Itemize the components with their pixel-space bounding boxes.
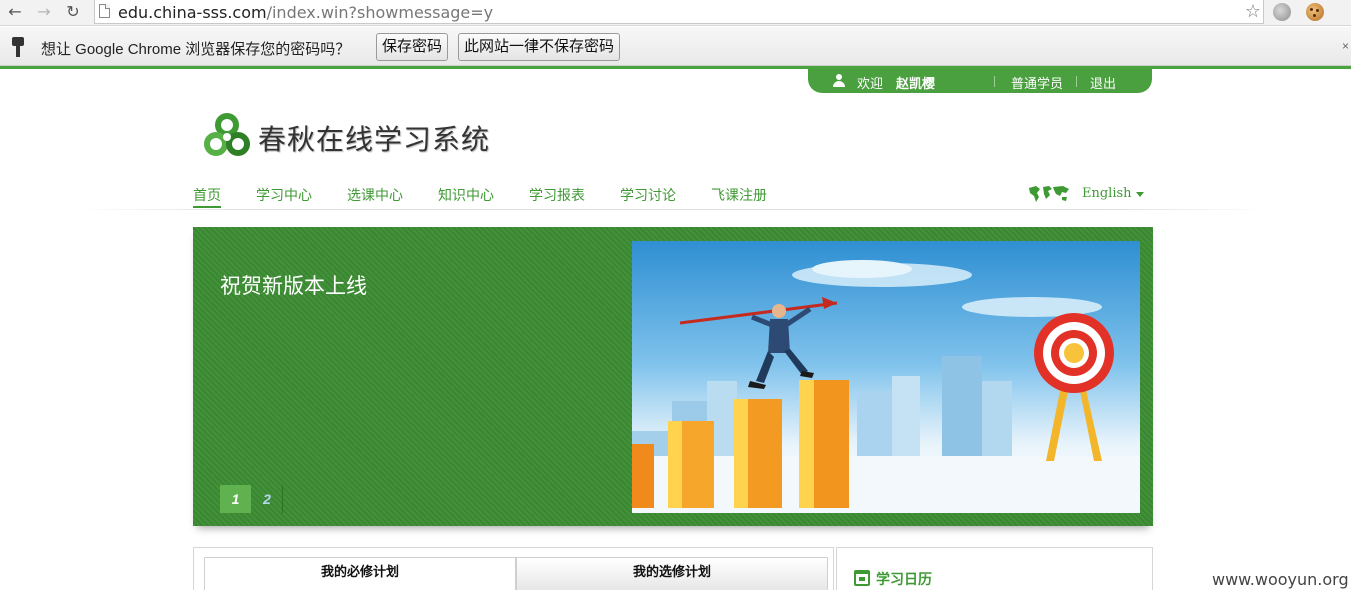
key-icon (12, 37, 24, 57)
never-save-password-button[interactable]: 此网站一律不保存密码 (458, 33, 621, 61)
password-infobar: 想让 Google Chrome 浏览器保存您的密码吗？ 保存密码 此网站一律不… (0, 27, 1351, 66)
tab-required-plan[interactable]: 我的必修计划 (204, 557, 516, 590)
language-label[interactable]: English (1082, 186, 1132, 201)
extension-cookie-icon[interactable] (1306, 3, 1324, 21)
back-arrow-icon[interactable]: ← (5, 2, 25, 22)
url-host: edu.china-sss.com (118, 3, 267, 22)
role-link[interactable]: 普通学员 (1011, 73, 1063, 92)
pager-item-1[interactable]: 1 (220, 485, 251, 513)
close-icon[interactable]: × (1342, 39, 1349, 53)
extension-globe-icon[interactable] (1273, 3, 1291, 21)
address-bar[interactable]: edu.china-sss.com/index.win?showmessage=… (94, 0, 1264, 24)
nav-item-discussion[interactable]: 学习讨论 (620, 184, 676, 206)
chevron-down-icon (1136, 192, 1144, 197)
nav-item-reports[interactable]: 学习报表 (529, 184, 585, 206)
logout-link[interactable]: 退出 (1090, 73, 1116, 92)
businessman-target-illustration (632, 260, 1140, 513)
watermark: www.wooyun.org (1212, 570, 1349, 589)
banner-illustration[interactable] (632, 241, 1140, 513)
infobar-message: 想让 Google Chrome 浏览器保存您的密码吗？ (41, 41, 351, 58)
nav-item-knowledge-center[interactable]: 知识中心 (438, 184, 494, 206)
url-path: /index.win?showmessage=y (266, 3, 494, 22)
user-icon (832, 74, 846, 88)
url-text[interactable]: edu.china-sss.com/index.win?showmessage=… (118, 3, 493, 22)
calendar-panel: 学习日历 (836, 547, 1153, 590)
username: 赵凯樱 (896, 76, 936, 91)
hero-banner: 祝贺新版本上线 1 2 (193, 227, 1153, 526)
plan-panel: 我的必修计划 我的选修计划 (193, 547, 834, 590)
welcome-label: 欢迎 (857, 76, 884, 91)
world-map-icon (1029, 186, 1069, 202)
nav-item-home[interactable]: 首页 (193, 184, 221, 208)
banner-caption: 祝贺新版本上线 (220, 274, 367, 298)
reload-icon[interactable]: ↻ (63, 2, 83, 22)
nav-item-register[interactable]: 飞课注册 (711, 184, 767, 206)
site-logo-icon[interactable] (204, 113, 250, 157)
bookmark-star-icon[interactable]: ☆ (1245, 1, 1261, 22)
user-bar: 欢迎 赵凯樱 普通学员 退出 (808, 69, 1152, 93)
browser-toolbar: ← → ↻ edu.china-sss.com/index.win?showme… (0, 0, 1351, 26)
divider (994, 76, 995, 87)
forward-arrow-icon[interactable]: → (34, 2, 54, 22)
nav-item-course-selection[interactable]: 选课中心 (347, 184, 403, 206)
tab-elective-plan[interactable]: 我的选修计划 (516, 557, 828, 590)
site-title: 春秋在线学习系统 (258, 125, 491, 156)
calendar-icon (854, 570, 870, 586)
page-icon (99, 4, 110, 18)
pager-item-2[interactable]: 2 (252, 485, 283, 513)
nav-divider (80, 209, 1270, 210)
calendar-title: 学习日历 (876, 572, 932, 588)
divider (1076, 76, 1077, 87)
nav-item-learning-center[interactable]: 学习中心 (256, 184, 312, 206)
save-password-button[interactable]: 保存密码 (376, 33, 449, 61)
